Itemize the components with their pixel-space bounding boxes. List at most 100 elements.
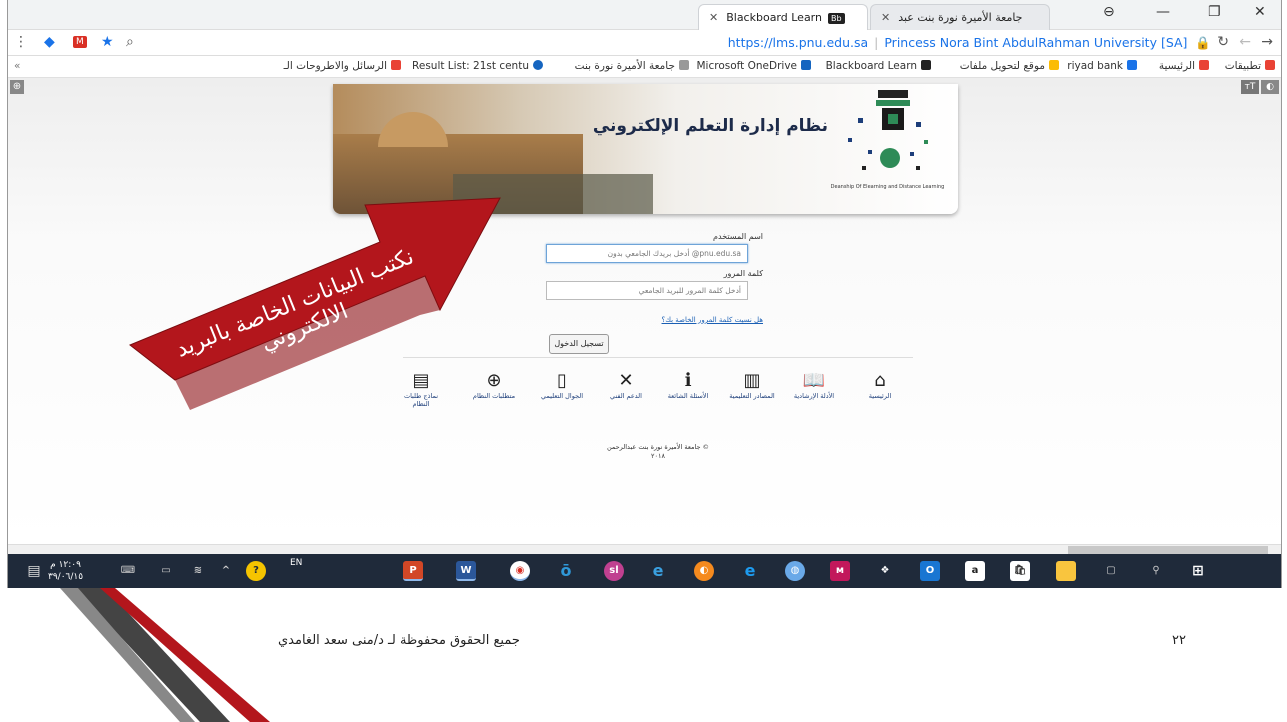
outlook-mail-icon[interactable]: O	[920, 561, 940, 581]
store-icon[interactable]: 🛍	[1010, 561, 1030, 581]
show-hidden-icons[interactable]: ^	[216, 561, 236, 581]
amazon-icon[interactable]: a	[965, 561, 985, 581]
site-org-name: Princess Nora Bint AbdulRahman Universit…	[884, 35, 1188, 50]
close-window-button[interactable]: ✕	[1254, 4, 1266, 20]
extension-red-icon[interactable]: M	[73, 36, 87, 48]
battery-icon[interactable]: ▭	[156, 561, 176, 581]
clock-date: ٣٩/٠٦/١٥	[48, 572, 84, 582]
forgot-password-link[interactable]: هل نسيت كلمة المرور الخاصة بك؟	[543, 316, 763, 324]
book-icon: 📖	[802, 370, 826, 391]
tab-title: Blackboard Learn	[726, 11, 822, 24]
bookmark-star-icon[interactable]: ★	[101, 34, 114, 50]
file-explorer-icon[interactable]	[1056, 561, 1076, 581]
contrast-button[interactable]: ◐	[1261, 80, 1279, 94]
bookmarks-overflow-icon[interactable]: «	[14, 60, 20, 72]
huawei-icon	[391, 60, 401, 70]
ie-icon[interactable]: e	[648, 561, 668, 581]
bookmarks-bar: « تطبيقات الرئيسية riyad bank موقع لتحوي…	[8, 56, 1281, 78]
nav-faq[interactable]: ℹ الأسئلة الشائعة	[658, 370, 718, 400]
ebsco-icon	[533, 60, 543, 70]
search-icon[interactable]: ⌕	[126, 34, 134, 50]
firefox-icon[interactable]: ◐	[694, 561, 714, 581]
nav-label: المصادر التعليمية	[729, 392, 775, 400]
bookmark-riyad-bank[interactable]: riyad bank	[1067, 60, 1137, 72]
task-view-icon[interactable]: ▢	[1101, 561, 1121, 581]
copyright-year: ٢٠١٨	[651, 452, 665, 460]
menu-icon[interactable]: ⋮	[14, 34, 28, 50]
apps-grid-icon	[1265, 60, 1275, 70]
search-icon[interactable]: ⚲	[1146, 561, 1166, 581]
horizontal-scrollbar[interactable]	[8, 544, 1281, 554]
bb-favicon-icon: Bb	[828, 13, 845, 24]
bookmark-home[interactable]: الرئيسية	[1159, 60, 1209, 72]
back-icon[interactable]: →	[1261, 34, 1273, 50]
login-form: اسم المستخدم أدخل بريدك الجامعي بدون @pn…	[543, 226, 763, 354]
extension-icon[interactable]: ◆	[44, 34, 55, 50]
nav-home[interactable]: ⌂ الرئيسية	[850, 370, 910, 400]
username-label: اسم المستخدم	[713, 232, 763, 241]
reload-icon[interactable]: ↻	[1217, 34, 1229, 50]
restore-button[interactable]: ❐	[1208, 4, 1221, 20]
network-icon[interactable]: ◍	[785, 561, 805, 581]
dome-image	[378, 112, 448, 147]
slide-decoration	[60, 588, 270, 722]
login-button[interactable]: تسجيل الدخول	[549, 334, 609, 354]
profile-icon[interactable]: ⊖	[1103, 4, 1115, 20]
bookmark-result-list[interactable]: Result List: 21st centu	[412, 60, 543, 72]
nav-support[interactable]: ✕ الدعم الفني	[596, 370, 656, 400]
bookmark-theses[interactable]: الرسائل والاطروحات الـ	[284, 60, 401, 72]
scrollbar-thumb[interactable]	[1068, 546, 1268, 554]
copyright-line: جامعة الأميرة نورة بنت عبدالرحمن ©	[606, 443, 710, 451]
language-indicator[interactable]: EN	[290, 558, 302, 568]
text-size-button[interactable]: тT	[1241, 80, 1259, 94]
password-label: كلمة المرور	[723, 269, 763, 278]
tools-icon: ✕	[618, 370, 634, 391]
huawei-icon	[1199, 60, 1209, 70]
bookmark-onedrive[interactable]: Microsoft OneDrive	[697, 60, 811, 72]
edge-icon[interactable]: e	[740, 561, 760, 581]
nav-guides[interactable]: 📖 الأدلة الإرشادية	[784, 370, 844, 400]
chrome-icon[interactable]: ◉	[510, 561, 530, 581]
powerpoint-icon[interactable]: P	[403, 561, 423, 581]
tab-pnu[interactable]: ✕ جامعة الأميرة نورة بنت عبد	[870, 4, 1050, 30]
tab-close-icon[interactable]: ✕	[881, 11, 890, 24]
nav-mobile[interactable]: ▯ الجوال التعليمي	[532, 370, 592, 400]
tab-title: جامعة الأميرة نورة بنت عبد	[898, 11, 1023, 24]
bookmark-blackboard[interactable]: Blackboard Learn	[826, 60, 931, 72]
password-input[interactable]: أدخل كلمة المرور للبريد الجامعي	[546, 281, 748, 300]
nav-label: الرئيسية	[868, 392, 892, 400]
wifi-icon[interactable]: ≋	[188, 561, 208, 581]
url-field[interactable]: https://lms.pnu.edu.sa | Princess Nora Bin…	[728, 35, 1211, 51]
copyright: جامعة الأميرة نورة بنت عبدالرحمن © ٢٠١٨	[548, 443, 768, 461]
tab-blackboard[interactable]: ✕ Blackboard Learn Bb	[698, 4, 868, 30]
onedrive-icon	[801, 60, 811, 70]
help-icon[interactable]: ?	[246, 561, 266, 581]
lock-icon[interactable]: 🔒	[1195, 35, 1211, 50]
keyboard-icon[interactable]: ⌨	[118, 561, 138, 581]
bookmark-apps[interactable]: تطبيقات	[1225, 60, 1275, 72]
action-center-icon[interactable]: ▤	[24, 561, 44, 581]
nav-resources[interactable]: ▥ المصادر التعليمية	[722, 370, 782, 400]
sway-icon[interactable]: ᴍ	[830, 561, 850, 581]
language-globe-icon[interactable]: ⊕	[10, 80, 24, 94]
bookmark-file-convert[interactable]: موقع لتحويل ملفات	[960, 60, 1059, 72]
riyadbank-icon	[1127, 60, 1137, 70]
windows-start-icon[interactable]: ⊞	[1188, 561, 1208, 581]
footer-credit: جميع الحقوق محفوظة لـ د/منى سعد الغامدي	[278, 633, 520, 648]
minimize-button[interactable]: —	[1156, 4, 1170, 20]
logo-caption: Deanship Of Elearning and Distance Learn…	[830, 184, 945, 190]
address-bar: ⋮ ◆ M ★ ⌕ https://lms.pnu.edu.sa | Princes…	[8, 30, 1281, 56]
slack-icon[interactable]: sl	[604, 561, 624, 581]
forward-icon[interactable]: ←	[1239, 34, 1251, 50]
outlook-icon[interactable]: ō	[556, 561, 576, 581]
bookmark-pnu[interactable]: جامعة الأميرة نورة بنت	[575, 60, 689, 72]
banner-title: نظام إدارة التعلم الإلكتروني	[592, 116, 828, 136]
slide-number: ٢٢	[1172, 633, 1186, 648]
username-input[interactable]: أدخل بريدك الجامعي بدون @pnu.edu.sa	[546, 244, 748, 263]
tab-close-icon[interactable]: ✕	[709, 11, 718, 24]
hand-icon	[1049, 60, 1059, 70]
word-icon[interactable]: W	[456, 561, 476, 581]
clock[interactable]: ١٢:٠٩ م ٣٩/٠٦/١٥	[48, 559, 83, 583]
nav-label: الجوال التعليمي	[540, 392, 584, 400]
dropbox-icon[interactable]: ❖	[875, 561, 895, 581]
